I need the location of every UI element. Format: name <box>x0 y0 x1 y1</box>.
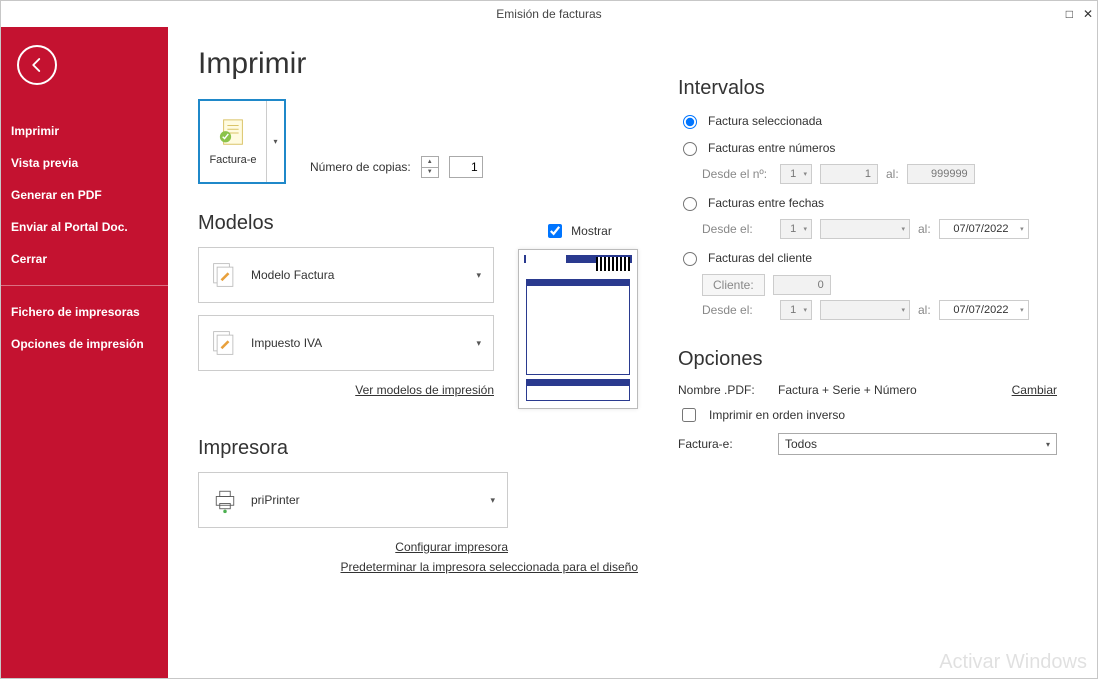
al-label: al: <box>886 167 899 181</box>
inverse-checkbox-row[interactable]: Imprimir en orden inverso <box>678 405 1057 425</box>
copies-input[interactable] <box>449 156 483 178</box>
radio-cliente[interactable] <box>683 252 697 266</box>
impuesto-iva-select[interactable]: Impuesto IVA ▾ <box>198 315 494 371</box>
watermark-text: Activar Windows <box>939 651 1087 674</box>
facturae-filter-label: Factura-e: <box>678 437 768 451</box>
window-title: Emisión de facturas <box>1 7 1097 21</box>
facturae-filter-combo[interactable]: Todos ▾ <box>778 433 1057 455</box>
cliente-desde-fecha-combo[interactable]: ▾ <box>820 300 910 320</box>
copies-label: Número de copias: <box>310 160 411 174</box>
page-heading: Imprimir <box>198 47 638 81</box>
radio-entre-numeros-row[interactable]: Facturas entre números <box>678 139 1057 156</box>
pdf-name-value: Factura + Serie + Número <box>778 383 917 397</box>
al-label-3: al: <box>918 303 931 317</box>
nav-opciones-impresion[interactable]: Opciones de impresión <box>1 328 168 360</box>
nav-cerrar[interactable]: Cerrar <box>1 243 168 275</box>
desde-fecha-combo[interactable]: ▾ <box>820 219 910 239</box>
radio-factura-seleccionada-row[interactable]: Factura seleccionada <box>678 112 1057 129</box>
desde-fecha-serie-combo[interactable]: 1▾ <box>780 219 812 239</box>
radio-entre-fechas[interactable] <box>683 197 697 211</box>
main-panel: Imprimir Factura-e ▾ N <box>168 27 1097 678</box>
desde-fecha-label-2: Desde el: <box>702 303 772 317</box>
facturae-icon <box>218 118 248 148</box>
arrow-left-icon <box>28 56 46 74</box>
desde-fecha-label: Desde el: <box>702 222 772 236</box>
facturae-dropdown[interactable]: ▾ <box>266 101 284 182</box>
mostrar-checkbox[interactable] <box>548 224 562 238</box>
cliente-input[interactable] <box>773 275 831 295</box>
modelo-factura-select[interactable]: Modelo Factura ▾ <box>198 247 494 303</box>
printer-select[interactable]: priPrinter ▾ <box>198 472 508 528</box>
inverse-checkbox[interactable] <box>682 408 696 422</box>
printer-name: priPrinter <box>251 493 478 507</box>
preview-thumbnail[interactable] <box>518 249 638 409</box>
back-button[interactable] <box>17 45 57 85</box>
hasta-num-input[interactable] <box>907 164 975 184</box>
radio-cliente-row[interactable]: Facturas del cliente <box>678 249 1057 266</box>
nav-generar-pdf[interactable]: Generar en PDF <box>1 179 168 211</box>
nav-vista-previa[interactable]: Vista previa <box>1 147 168 179</box>
radio-factura-seleccionada[interactable] <box>683 115 697 129</box>
cliente-hasta-fecha-combo[interactable]: 07/07/2022▾ <box>939 300 1029 320</box>
mostrar-checkbox-row[interactable]: Mostrar <box>544 221 612 241</box>
chevron-down-icon: ▾ <box>490 495 495 506</box>
document-icon <box>211 261 239 289</box>
nav-enviar-portal[interactable]: Enviar al Portal Doc. <box>1 211 168 243</box>
desde-num-serie-combo[interactable]: 1▾ <box>780 164 812 184</box>
mostrar-label: Mostrar <box>571 224 612 238</box>
cambiar-link[interactable]: Cambiar <box>1012 383 1057 397</box>
ver-modelos-link[interactable]: Ver modelos de impresión <box>198 383 494 397</box>
title-bar: Emisión de facturas □ ✕ <box>1 1 1097 27</box>
printer-icon <box>211 486 239 514</box>
sidebar: Imprimir Vista previa Generar en PDF Env… <box>1 27 168 678</box>
nav-imprimir[interactable]: Imprimir <box>1 115 168 147</box>
chevron-down-icon: ▾ <box>1046 440 1050 449</box>
radio-entre-fechas-row[interactable]: Facturas entre fechas <box>678 194 1057 211</box>
opciones-heading: Opciones <box>678 348 1057 371</box>
radio-entre-numeros[interactable] <box>683 142 697 156</box>
cliente-button[interactable]: Cliente: <box>702 274 765 296</box>
facturae-label: Factura-e <box>209 154 256 166</box>
desde-num-label: Desde el nº: <box>702 167 772 181</box>
intervalos-heading: Intervalos <box>678 77 1057 100</box>
impresora-heading: Impresora <box>198 437 638 460</box>
predeterminar-impresora-link[interactable]: Predeterminar la impresora seleccionada … <box>198 560 638 574</box>
nav-separator <box>1 285 168 286</box>
desde-num-input[interactable] <box>820 164 878 184</box>
document-icon <box>211 329 239 357</box>
chevron-down-icon: ▾ <box>476 270 481 281</box>
modelo-factura-label: Modelo Factura <box>251 268 464 282</box>
spinner-down-icon[interactable]: ▼ <box>422 168 438 178</box>
cliente-serie-combo[interactable]: 1▾ <box>780 300 812 320</box>
facturae-button[interactable]: Factura-e ▾ <box>198 99 286 184</box>
spinner-up-icon[interactable]: ▲ <box>422 157 438 168</box>
impuesto-iva-label: Impuesto IVA <box>251 336 464 350</box>
nav-fichero-impresoras[interactable]: Fichero de impresoras <box>1 296 168 328</box>
window-maximize-icon[interactable]: □ <box>1066 7 1073 21</box>
chevron-down-icon: ▾ <box>476 338 481 349</box>
window-close-icon[interactable]: ✕ <box>1083 7 1093 21</box>
pdf-name-label: Nombre .PDF: <box>678 383 768 397</box>
copies-spinner[interactable]: ▲ ▼ <box>421 156 439 178</box>
hasta-fecha-combo[interactable]: 07/07/2022▾ <box>939 219 1029 239</box>
configurar-impresora-link[interactable]: Configurar impresora <box>198 540 508 554</box>
al-label-2: al: <box>918 222 931 236</box>
